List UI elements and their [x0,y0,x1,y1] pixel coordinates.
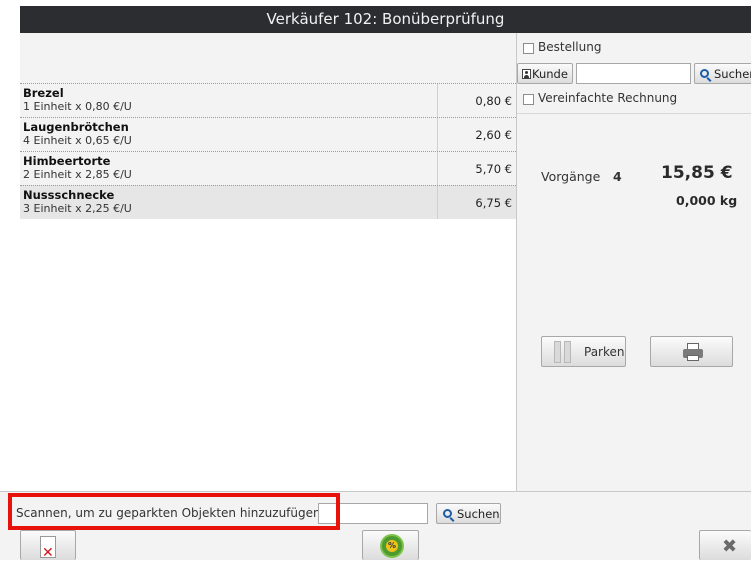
ticket-weight: 0,000 kg [676,193,738,208]
ticket-line-name: Nussschnecke [23,188,115,202]
discount-icon: % [382,536,402,556]
ticket-line-detail: 2 Einheit x 2,85 €/U [23,168,132,181]
ticket-line-price: 0,80 € [475,94,512,108]
ticket-lines-table: Brezel 1 Einheit x 0,80 €/U 0,80 € Lauge… [20,83,516,219]
print-icon [683,343,703,361]
scan-search-button[interactable]: Suchen [436,503,501,524]
ticket-line-name: Brezel [23,86,64,100]
window-title: Verkäufer 102: Bonüberprüfung [20,6,751,33]
customer-button[interactable]: Kunde [517,63,573,84]
delete-ticket-button[interactable]: ✕ [20,530,76,560]
customer-button-label: Kunde [532,67,568,81]
order-label: Bestellung [538,40,602,54]
ticket-line-selected[interactable]: Nussschnecke 3 Einheit x 2,25 €/U 6,75 € [20,185,516,219]
customer-search-label: Suchen [714,67,751,81]
search-icon [443,509,452,518]
ticket-line[interactable]: Brezel 1 Einheit x 0,80 €/U 0,80 € [20,83,516,117]
delete-ticket-icon: ✕ [40,536,56,560]
customer-input[interactable] [576,63,691,84]
park-icon [554,341,572,363]
transactions-count: 4 [613,169,622,184]
ticket-line-detail: 3 Einheit x 2,25 €/U [23,202,132,215]
simplified-invoice-checkbox[interactable] [523,94,534,105]
search-icon [700,69,709,78]
order-checkbox[interactable] [523,43,534,54]
print-button[interactable] [650,336,733,367]
ticket-summary-panel: Bestellung Kunde Suchen Vereinfachte Rec… [517,33,751,491]
ticket-line-name: Himbeertorte [23,154,111,168]
ticket-line-price: 6,75 € [475,196,512,210]
customer-icon [522,69,531,79]
ticket-line-name: Laugenbrötchen [23,120,129,134]
close-icon: ✖ [722,536,738,557]
highlight-box [8,493,340,530]
close-button[interactable]: ✖ [699,530,751,560]
ticket-line-detail: 1 Einheit x 0,80 €/U [23,100,132,113]
ticket-line[interactable]: Laugenbrötchen 4 Einheit x 0,65 €/U 2,60… [20,117,516,151]
ticket-line-price: 2,60 € [475,128,512,142]
ticket-line[interactable]: Himbeertorte 2 Einheit x 2,85 €/U 5,70 € [20,151,516,185]
discount-button[interactable]: % [362,530,419,560]
ticket-total: 15,85 € [661,163,733,183]
customer-search-button[interactable]: Suchen [694,63,751,84]
park-button[interactable]: Parken [541,336,626,367]
transactions-label: Vorgänge [541,169,601,184]
scan-search-label: Suchen [457,507,500,521]
park-button-label: Parken [584,345,625,359]
ticket-empty-area [20,216,516,492]
ticket-line-price: 5,70 € [475,162,512,176]
ticket-lines-panel: Brezel 1 Einheit x 0,80 €/U 0,80 € Lauge… [20,33,517,492]
simplified-invoice-label: Vereinfachte Rechnung [538,91,678,105]
ticket-line-detail: 4 Einheit x 0,65 €/U [23,134,132,147]
